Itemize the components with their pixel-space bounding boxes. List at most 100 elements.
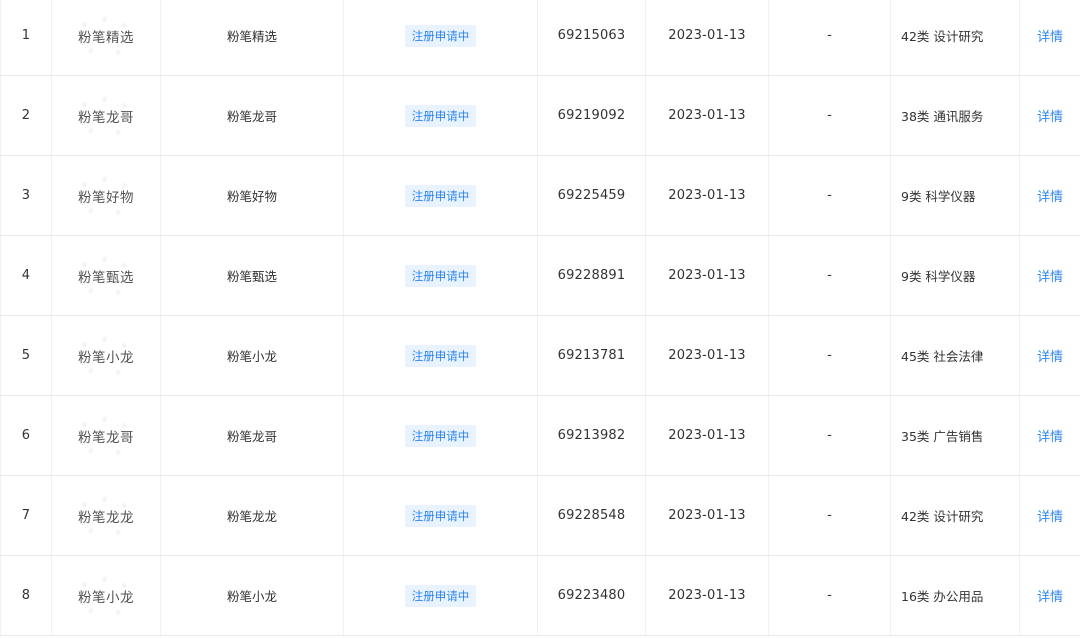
trademark-image[interactable]: 粉笔小龙	[68, 329, 144, 382]
table-row: 2 粉笔龙哥 粉笔龙哥 注册申请中 69219092 2023-01-13 - …	[0, 76, 1080, 156]
trademark-image[interactable]: 粉笔好物	[68, 169, 144, 222]
registration-number: 69228548	[538, 476, 646, 555]
application-date: 2023-01-13	[646, 236, 769, 315]
status-cell: 注册申请中	[344, 156, 538, 235]
row-index: 7	[0, 476, 52, 555]
registration-number: 69219092	[538, 76, 646, 155]
action-cell: 详情	[1020, 396, 1080, 475]
row-index: 5	[0, 316, 52, 395]
table-row: 3 粉笔好物 粉笔好物 注册申请中 69225459 2023-01-13 - …	[0, 156, 1080, 236]
action-cell: 详情	[1020, 316, 1080, 395]
trademark-image-cell: 粉笔精选	[52, 0, 161, 75]
application-date: 2023-01-13	[646, 316, 769, 395]
status-cell: 注册申请中	[344, 76, 538, 155]
status-cell: 注册申请中	[344, 556, 538, 635]
status-badge: 注册申请中	[404, 264, 477, 287]
row-index: 3	[0, 156, 52, 235]
status-badge: 注册申请中	[404, 424, 477, 447]
empty-value: -	[769, 556, 891, 635]
trademark-image-text: 粉笔好物	[78, 189, 134, 206]
trademark-class: 9类 科学仪器	[891, 236, 1020, 315]
empty-value: -	[769, 396, 891, 475]
detail-link[interactable]: 详情	[1037, 26, 1063, 45]
action-cell: 详情	[1020, 476, 1080, 555]
trademark-image[interactable]: 粉笔龙哥	[68, 89, 144, 142]
trademark-image[interactable]: 粉笔龙龙	[68, 489, 144, 542]
registration-number: 69228891	[538, 236, 646, 315]
row-index: 1	[0, 0, 52, 75]
status-badge: 注册申请中	[404, 184, 477, 207]
trademark-image[interactable]: 粉笔甄选	[68, 249, 144, 302]
status-badge: 注册申请中	[404, 24, 477, 47]
trademark-image-cell: 粉笔小龙	[52, 556, 161, 635]
trademark-image-text: 粉笔龙哥	[78, 429, 134, 446]
registration-number: 69213982	[538, 396, 646, 475]
status-cell: 注册申请中	[344, 396, 538, 475]
application-date: 2023-01-13	[646, 156, 769, 235]
application-date: 2023-01-13	[646, 396, 769, 475]
table-row: 6 粉笔龙哥 粉笔龙哥 注册申请中 69213982 2023-01-13 - …	[0, 396, 1080, 476]
empty-value: -	[769, 76, 891, 155]
trademark-image-text: 粉笔甄选	[78, 269, 134, 286]
status-badge: 注册申请中	[404, 504, 477, 527]
status-cell: 注册申请中	[344, 316, 538, 395]
action-cell: 详情	[1020, 76, 1080, 155]
application-date: 2023-01-13	[646, 476, 769, 555]
trademark-image-cell: 粉笔甄选	[52, 236, 161, 315]
trademark-table: 1 粉笔精选 粉笔精选 注册申请中 69215063 2023-01-13 - …	[0, 0, 1080, 636]
trademark-class: 9类 科学仪器	[891, 156, 1020, 235]
trademark-name: 粉笔龙哥	[161, 396, 344, 475]
table-row: 7 粉笔龙龙 粉笔龙龙 注册申请中 69228548 2023-01-13 - …	[0, 476, 1080, 556]
action-cell: 详情	[1020, 0, 1080, 75]
empty-value: -	[769, 476, 891, 555]
application-date: 2023-01-13	[646, 556, 769, 635]
trademark-class: 38类 通讯服务	[891, 76, 1020, 155]
detail-link[interactable]: 详情	[1037, 186, 1063, 205]
trademark-image-text: 粉笔龙龙	[78, 509, 134, 526]
trademark-image-cell: 粉笔好物	[52, 156, 161, 235]
row-index: 2	[0, 76, 52, 155]
trademark-class: 45类 社会法律	[891, 316, 1020, 395]
detail-link[interactable]: 详情	[1037, 266, 1063, 285]
detail-link[interactable]: 详情	[1037, 586, 1063, 605]
detail-link[interactable]: 详情	[1037, 106, 1063, 125]
trademark-image-cell: 粉笔龙哥	[52, 396, 161, 475]
trademark-name: 粉笔小龙	[161, 556, 344, 635]
trademark-class: 35类 广告销售	[891, 396, 1020, 475]
trademark-image-cell: 粉笔龙哥	[52, 76, 161, 155]
trademark-name: 粉笔龙龙	[161, 476, 344, 555]
trademark-name: 粉笔好物	[161, 156, 344, 235]
status-cell: 注册申请中	[344, 0, 538, 75]
trademark-class: 16类 办公用品	[891, 556, 1020, 635]
trademark-image-text: 粉笔小龙	[78, 349, 134, 366]
trademark-name: 粉笔小龙	[161, 316, 344, 395]
trademark-name: 粉笔龙哥	[161, 76, 344, 155]
trademark-image-cell: 粉笔龙龙	[52, 476, 161, 555]
status-badge: 注册申请中	[404, 344, 477, 367]
row-index: 4	[0, 236, 52, 315]
application-date: 2023-01-13	[646, 0, 769, 75]
trademark-image[interactable]: 粉笔龙哥	[68, 409, 144, 462]
trademark-image-cell: 粉笔小龙	[52, 316, 161, 395]
registration-number: 69225459	[538, 156, 646, 235]
detail-link[interactable]: 详情	[1037, 506, 1063, 525]
detail-link[interactable]: 详情	[1037, 426, 1063, 445]
table-row: 5 粉笔小龙 粉笔小龙 注册申请中 69213781 2023-01-13 - …	[0, 316, 1080, 396]
empty-value: -	[769, 236, 891, 315]
row-index: 6	[0, 396, 52, 475]
empty-value: -	[769, 316, 891, 395]
trademark-image[interactable]: 粉笔小龙	[68, 569, 144, 622]
status-badge: 注册申请中	[404, 584, 477, 607]
trademark-class: 42类 设计研究	[891, 476, 1020, 555]
status-cell: 注册申请中	[344, 236, 538, 315]
registration-number: 69215063	[538, 0, 646, 75]
empty-value: -	[769, 156, 891, 235]
trademark-image[interactable]: 粉笔精选	[68, 9, 144, 62]
detail-link[interactable]: 详情	[1037, 346, 1063, 365]
table-row: 4 粉笔甄选 粉笔甄选 注册申请中 69228891 2023-01-13 - …	[0, 236, 1080, 316]
application-date: 2023-01-13	[646, 76, 769, 155]
registration-number: 69213781	[538, 316, 646, 395]
status-cell: 注册申请中	[344, 476, 538, 555]
action-cell: 详情	[1020, 556, 1080, 635]
trademark-image-text: 粉笔龙哥	[78, 109, 134, 126]
